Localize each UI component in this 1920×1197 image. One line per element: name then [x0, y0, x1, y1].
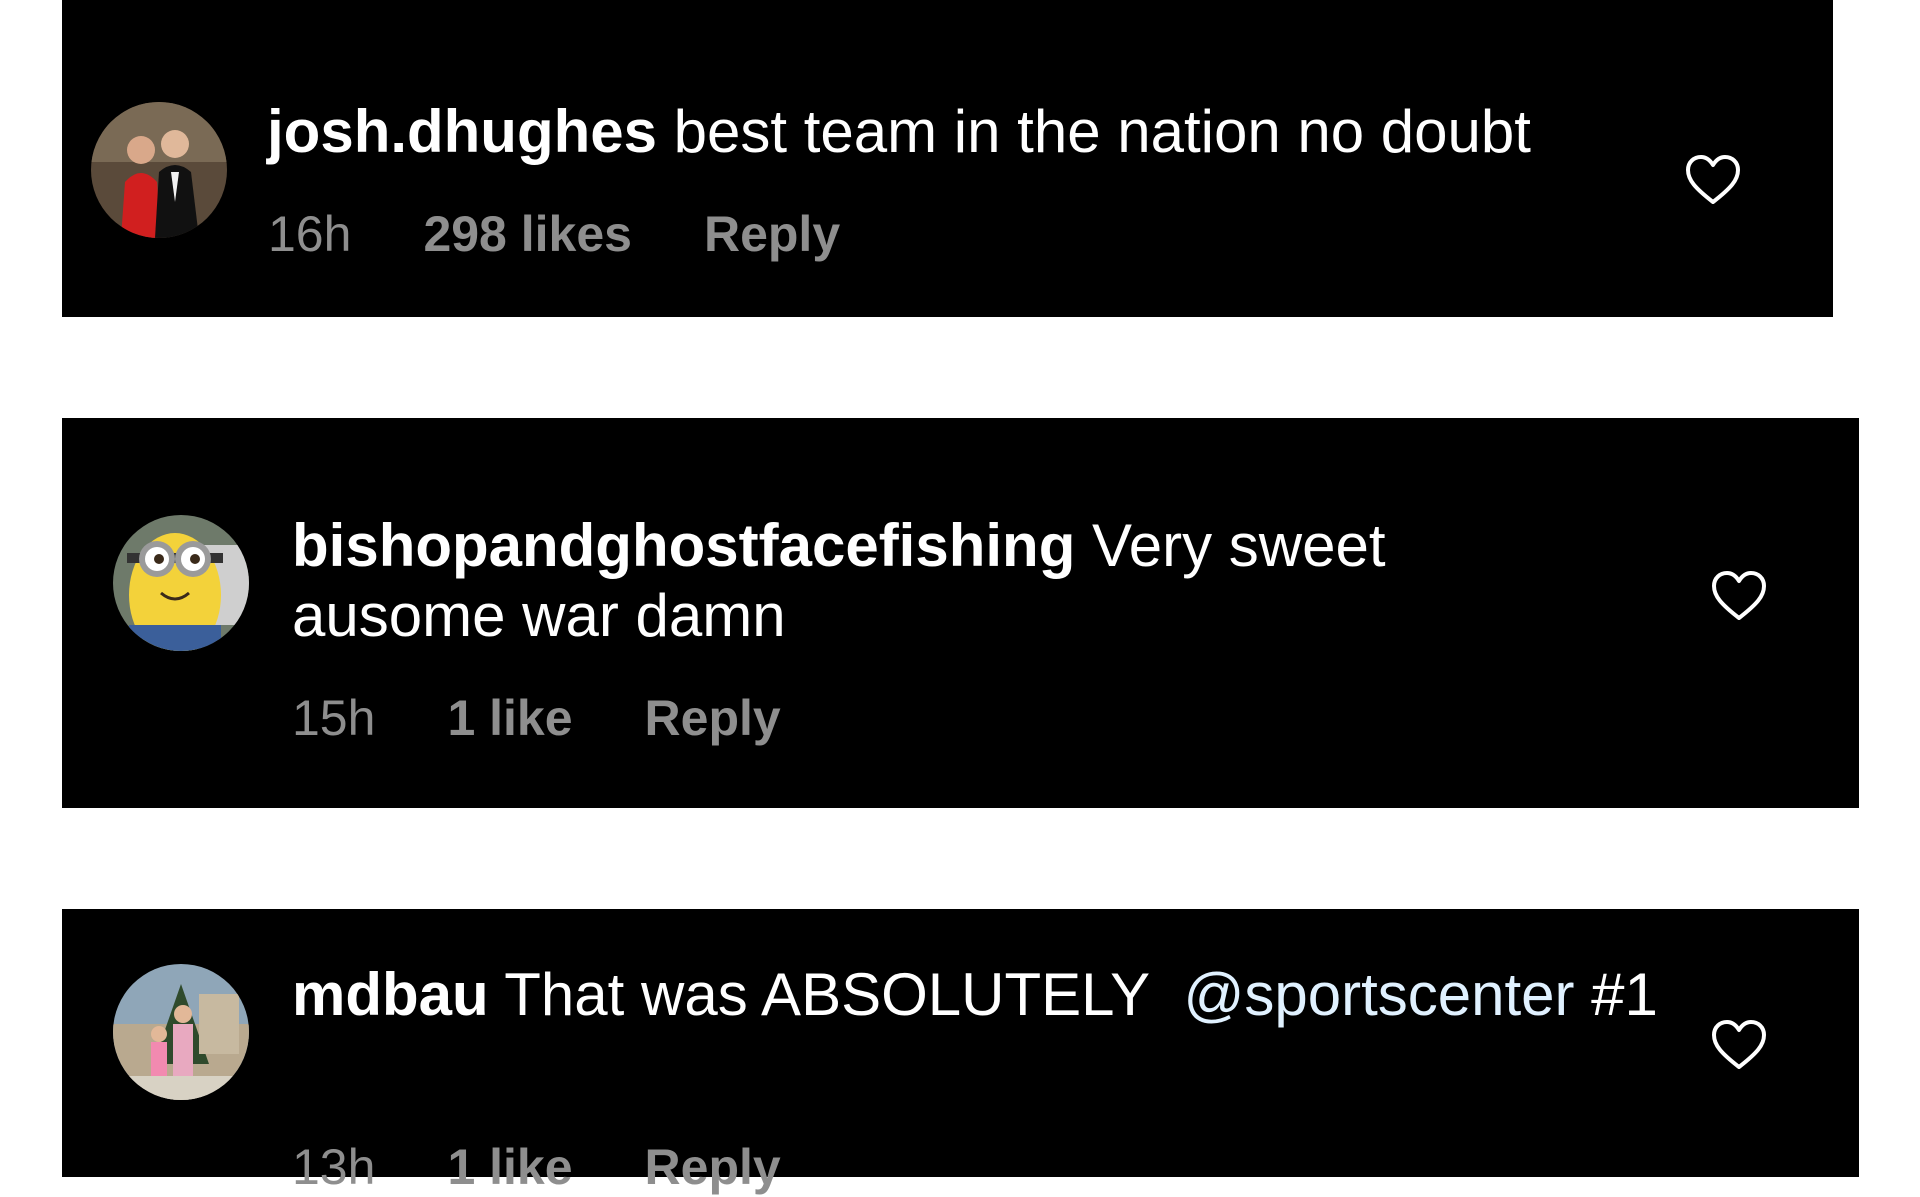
avatar[interactable] [113, 964, 249, 1100]
timestamp: 13h [292, 1139, 376, 1195]
comment-body-hashtag: #1 [1591, 961, 1658, 1028]
comment-meta: 13h 1 like Reply [292, 1137, 781, 1197]
likes-count[interactable]: 298 likes [423, 204, 632, 264]
comment-body: That was ABSOLUTELY [504, 961, 1151, 1028]
like-button[interactable] [1711, 1019, 1767, 1071]
comment-text: bishopandghostfacefishing Very sweet aus… [292, 511, 1492, 651]
heart-outline-icon [1712, 571, 1766, 620]
comment-card: mdbau That was ABSOLUTELY @sportscenter … [62, 909, 1859, 1195]
comment-meta: 15h 1 like Reply [292, 688, 781, 748]
comment-text: josh.dhughes best team in the nation no … [267, 97, 1687, 167]
avatar[interactable] [91, 102, 227, 238]
kids-photo-avatar [113, 964, 249, 1100]
heart-outline-icon [1712, 1020, 1766, 1069]
like-button[interactable] [1711, 570, 1767, 622]
timestamp: 15h [292, 690, 376, 746]
couple-photo-avatar [91, 102, 227, 238]
comment-card: josh.dhughes best team in the nation no … [62, 0, 1833, 317]
likes-count[interactable]: 1 like [447, 1137, 572, 1197]
minion-avatar [113, 515, 249, 651]
reply-button[interactable]: Reply [704, 204, 840, 264]
comment-card: bishopandghostfacefishing Very sweet aus… [62, 418, 1859, 808]
username[interactable]: bishopandghostfacefishing [292, 512, 1075, 579]
likes-count[interactable]: 1 like [447, 688, 572, 748]
username[interactable]: mdbau [292, 961, 489, 1028]
comment-body: best team in the nation no doubt [673, 98, 1531, 165]
avatar[interactable] [113, 515, 249, 651]
like-button[interactable] [1685, 154, 1741, 206]
heart-outline-icon [1686, 155, 1740, 204]
username[interactable]: josh.dhughes [267, 98, 657, 165]
comment-meta: 16h 298 likes Reply [268, 204, 840, 264]
comment-text: mdbau That was ABSOLUTELY @sportscenter … [292, 960, 1702, 1030]
reply-button[interactable]: Reply [645, 1137, 781, 1197]
mention-link[interactable]: @sportscenter [1183, 961, 1574, 1028]
reply-button[interactable]: Reply [645, 688, 781, 748]
timestamp: 16h [268, 206, 352, 262]
